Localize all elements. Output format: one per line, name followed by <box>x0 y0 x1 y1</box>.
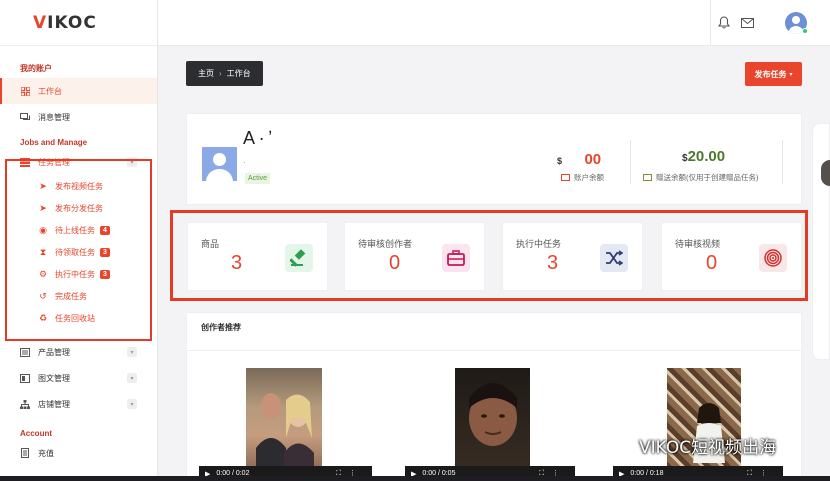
breadcrumb: 主页 › 工作台 <box>186 61 263 86</box>
breadcrumb-current: 工作台 <box>226 69 251 78</box>
side-panel-edge[interactable] <box>812 123 830 360</box>
mail-icon[interactable] <box>741 17 754 31</box>
logo[interactable]: VIKOC <box>0 0 157 46</box>
sidebar-item-label: 消息管理 <box>38 112 70 122</box>
sidebar-item-recharge[interactable]: 充值 <box>0 440 157 466</box>
publish-task-button[interactable]: 发布任务 ▾ <box>745 62 802 86</box>
chevron-down-icon[interactable]: ▾ <box>127 347 137 357</box>
watermark-text: VIKOC短视频出海 <box>639 438 777 458</box>
money-icon <box>561 174 570 181</box>
account-balance: $ 00 <box>557 151 601 169</box>
sidebar-item-messages[interactable]: 消息管理 <box>0 104 157 130</box>
divider <box>782 140 783 184</box>
logo-mark: V <box>33 12 48 33</box>
sidebar-item-articles[interactable]: 图文管理 ▾ <box>0 365 157 391</box>
sitemap-icon <box>20 399 30 409</box>
document-icon <box>20 448 30 458</box>
gift-balance-text: 赠送余额(仅用于创建赠品任务) <box>656 173 759 182</box>
sidebar-item-shop[interactable]: 店铺管理 ▾ <box>0 391 157 417</box>
currency-symbol: $ <box>557 156 563 166</box>
section-title-jobs: Jobs and Manage <box>20 138 88 147</box>
section-title-my-account: 我的账户 <box>20 64 52 73</box>
side-panel-avatar <box>821 160 830 186</box>
divider <box>630 140 631 184</box>
watermark: VIKOC短视频出海 <box>613 433 776 458</box>
publish-task-label: 发布任务 <box>754 69 787 79</box>
profile-avatar <box>202 147 237 181</box>
chat-icon <box>20 112 30 122</box>
section-title-account: Account <box>20 429 52 438</box>
dashboard-icon <box>20 86 30 96</box>
bottom-strip <box>0 476 830 481</box>
top-bar <box>158 0 830 46</box>
sidebar-item-label: 图文管理 <box>38 373 70 383</box>
profile-info: · <box>243 158 246 167</box>
account-balance-label: 账户余额 <box>561 172 604 183</box>
caret-down-icon: ▾ <box>789 71 793 78</box>
barcode-icon <box>20 347 30 357</box>
wechat-icon <box>613 436 635 454</box>
sidebar-item-products[interactable]: 产品管理 ▾ <box>0 339 157 365</box>
sidebar-item-workbench[interactable]: 工作台 <box>0 78 157 104</box>
highlight-box-task-menu <box>5 159 152 341</box>
gift-balance-value: 20.00 <box>687 148 726 165</box>
sidebar-item-label: 充值 <box>38 448 54 458</box>
online-status-dot <box>802 28 808 34</box>
chevron-down-icon[interactable]: ▾ <box>127 399 137 409</box>
account-balance-text: 账户余额 <box>574 173 604 182</box>
video-thumbnail[interactable] <box>246 368 322 481</box>
status-badge: Active <box>245 173 271 184</box>
account-balance-value: 00 <box>584 151 602 168</box>
breadcrumb-home[interactable]: 主页 <box>198 68 214 79</box>
breadcrumb-separator: › <box>219 69 222 78</box>
profile-name: A · ʼ <box>243 128 273 148</box>
gift-balance: $20.00 <box>682 148 725 166</box>
sidebar-item-label: 店铺管理 <box>38 399 70 409</box>
divider <box>186 350 802 351</box>
logo-text: IKOC <box>47 12 97 33</box>
video-thumbnail[interactable] <box>455 368 530 481</box>
sidebar-item-label: 产品管理 <box>38 347 70 357</box>
sidebar-item-label: 工作台 <box>38 86 62 96</box>
money-icon <box>643 174 652 181</box>
bell-icon[interactable] <box>717 16 731 32</box>
image-text-icon <box>20 373 30 383</box>
header-divider <box>710 0 711 46</box>
highlight-box-stats <box>170 210 808 301</box>
video-thumbnail[interactable] <box>667 368 741 481</box>
section-title: 创作者推荐 <box>201 323 241 332</box>
gift-balance-label: 赠送余额(仅用于创建赠品任务) <box>643 172 759 183</box>
chevron-down-icon[interactable]: ▾ <box>127 373 137 383</box>
